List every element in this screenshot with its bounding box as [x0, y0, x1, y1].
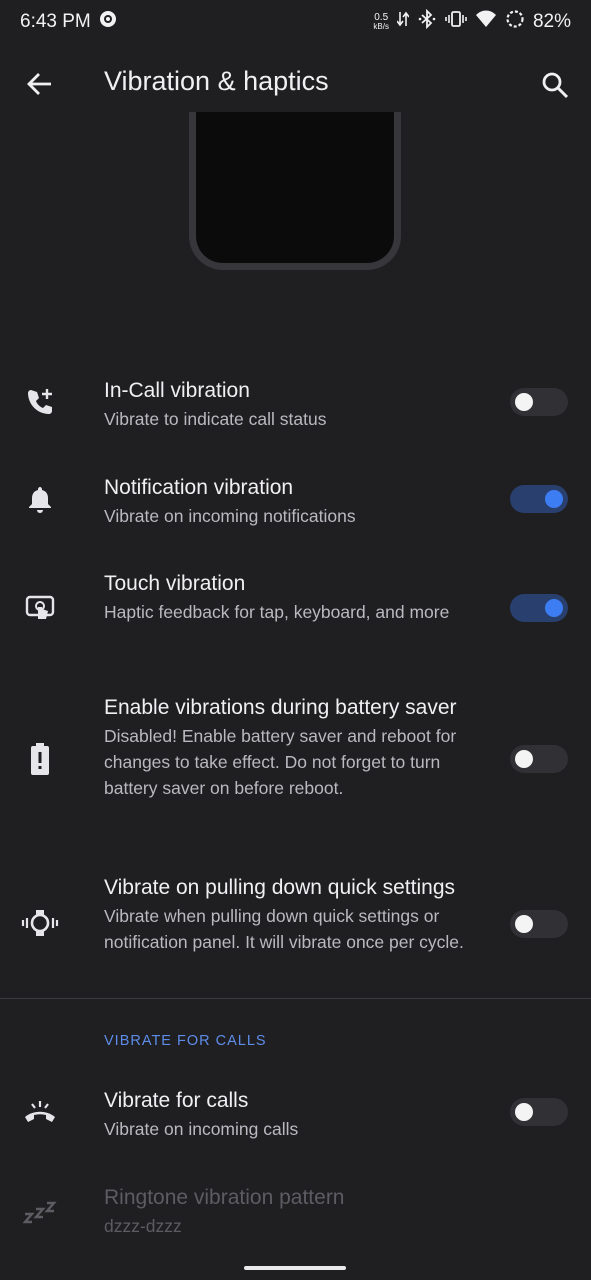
back-arrow-icon[interactable] [24, 68, 56, 100]
setting-subtitle: dzzz-dzzz [104, 1216, 182, 1236]
setting-title: Notification vibration [104, 476, 294, 499]
status-time: 6:43 PM [20, 11, 91, 32]
ringing-phone-icon [20, 1092, 60, 1132]
setting-title: Enable vibrations during battery saver [104, 696, 457, 719]
setting-quick-settings-vibration[interactable]: Vibrate on pulling down quick settings V… [0, 873, 591, 983]
phone-illustration [189, 112, 401, 270]
wifi-icon [475, 10, 497, 34]
toggle-knob [515, 750, 533, 768]
toggle-knob [515, 1103, 533, 1121]
data-transfer-icon [396, 10, 410, 34]
battery-saver-icon [505, 9, 525, 35]
net-speed-unit: kB/s [373, 22, 389, 31]
toggle-knob [545, 599, 563, 617]
status-bar: 6:43 PM 0.5 kB/s 82% [0, 0, 591, 44]
setting-notification-vibration[interactable]: Notification vibration Vibrate on incomi… [0, 473, 591, 553]
setting-subtitle: Vibrate on incoming notifications [104, 506, 356, 526]
setting-title: Vibrate for calls [104, 1089, 249, 1112]
setting-subtitle: Vibrate when pulling down quick settings… [104, 906, 464, 952]
setting-vibrate-for-calls[interactable]: Vibrate for calls Vibrate on incoming ca… [0, 1086, 591, 1156]
vibrate-for-calls-toggle[interactable] [510, 1098, 568, 1126]
notification-vibration-toggle[interactable] [510, 485, 568, 513]
section-divider [0, 998, 591, 999]
net-speed-value: 0.5 [374, 12, 389, 23]
touch-screen-icon [20, 589, 60, 629]
net-speed: 0.5 kB/s [373, 12, 389, 32]
watch-vibrate-icon [20, 903, 60, 943]
toggle-knob [515, 393, 533, 411]
battery-percent: 82% [532, 11, 571, 32]
setting-touch-vibration[interactable]: Touch vibration Haptic feedback for tap,… [0, 569, 591, 659]
setting-title: Touch vibration [104, 572, 246, 595]
bell-icon [20, 479, 60, 519]
setting-title: In-Call vibration [104, 379, 250, 402]
setting-ringtone-vibration-pattern[interactable]: Ringtone vibration pattern dzzz-dzzz [0, 1183, 591, 1243]
setting-in-call-vibration[interactable]: In-Call vibration Vibrate to indicate ca… [0, 376, 591, 456]
setting-title: Vibrate on pulling down quick settings [104, 876, 456, 899]
setting-subtitle: Vibrate on incoming calls [104, 1119, 299, 1139]
quick-settings-vibration-toggle[interactable] [510, 910, 568, 938]
section-header: VIBRATE FOR CALLS [104, 1033, 267, 1049]
bluetooth-icon [417, 8, 437, 35]
touch-vibration-toggle[interactable] [510, 594, 568, 622]
phone-add-icon [20, 382, 60, 422]
setting-subtitle: Disabled! Enable battery saver and reboo… [104, 726, 457, 798]
toggle-knob [515, 915, 533, 933]
battery-alert-icon [20, 739, 60, 779]
setting-subtitle: Haptic feedback for tap, keyboard, and m… [104, 602, 450, 622]
setting-subtitle: Vibrate to indicate call status [104, 409, 327, 429]
setting-title: Ringtone vibration pattern [104, 1186, 345, 1209]
vibrate-mode-icon [445, 10, 467, 34]
search-icon[interactable] [540, 70, 570, 100]
in-call-vibration-toggle[interactable] [510, 388, 568, 416]
setting-battery-saver-vibration[interactable]: Enable vibrations during battery saver D… [0, 693, 591, 833]
page-title: Vibration & haptics [104, 66, 329, 96]
battery-saver-vibration-toggle[interactable] [510, 745, 568, 773]
media-icon [99, 10, 117, 34]
zzz-icon [20, 1191, 60, 1231]
toggle-knob [545, 490, 563, 508]
home-indicator[interactable] [244, 1266, 346, 1270]
